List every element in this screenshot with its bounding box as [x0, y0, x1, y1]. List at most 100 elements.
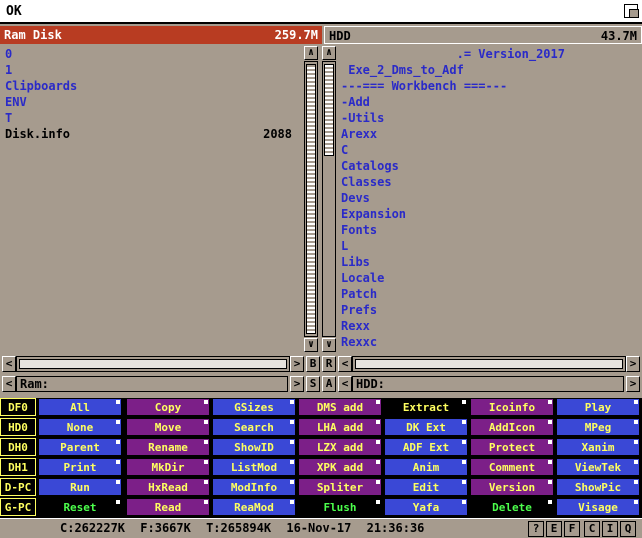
right-parent-icon[interactable]: <	[338, 376, 352, 392]
right-scroll-left-icon[interactable]: <	[338, 356, 352, 372]
function-button[interactable]: MkDir	[126, 458, 210, 476]
right-list-item[interactable]: Locale	[338, 270, 638, 286]
right-list-item[interactable]: Rexxc	[338, 334, 638, 350]
function-button[interactable]: ADF Ext	[384, 438, 468, 456]
function-button[interactable]: ModInfo	[212, 478, 296, 496]
left-path-go-icon[interactable]: >	[290, 376, 304, 392]
function-button[interactable]: All	[38, 398, 122, 416]
function-button[interactable]: XPK add	[298, 458, 382, 476]
left-list-item[interactable]: T	[2, 110, 302, 126]
left-scroll-right-icon[interactable]: >	[290, 356, 304, 372]
right-list-item[interactable]: Catalogs	[338, 158, 638, 174]
left-list-item[interactable]: 0	[2, 46, 302, 62]
left-vertical-scrollbar[interactable]	[304, 61, 318, 337]
left-list-item[interactable]: ENV	[2, 94, 302, 110]
left-list-item[interactable]: Disk.info 2088	[2, 126, 302, 142]
right-list-item[interactable]: ---=== Workbench ===---	[338, 78, 638, 94]
right-panel-header[interactable]: HDD 43.7M	[324, 26, 642, 44]
left-parent-icon[interactable]: <	[2, 376, 16, 392]
right-path-field[interactable]: HDD:	[352, 376, 624, 392]
right-list-item[interactable]: -Utils	[338, 110, 638, 126]
function-button[interactable]: Xanim	[556, 438, 640, 456]
status-button[interactable]: ?	[528, 521, 544, 537]
right-scroll-knob[interactable]	[324, 64, 334, 156]
function-button[interactable]: DMS add	[298, 398, 382, 416]
right-list-item[interactable]: Classes	[338, 174, 638, 190]
function-button[interactable]: LZX add	[298, 438, 382, 456]
right-list-item[interactable]: Exe_2_Dms_to_Adf	[338, 62, 638, 78]
drive-button[interactable]: D-PC	[0, 478, 36, 496]
drive-button[interactable]: HD0	[0, 418, 36, 436]
right-list-item[interactable]: Rexx	[338, 318, 638, 334]
left-path-field[interactable]: Ram:	[16, 376, 288, 392]
right-list-item[interactable]: Patch	[338, 286, 638, 302]
right-list-item[interactable]: C	[338, 142, 638, 158]
left-horizontal-scrollbar[interactable]	[16, 356, 290, 372]
buffer-list-button[interactable]: B	[306, 356, 320, 372]
right-list-item[interactable]: Prefs	[338, 302, 638, 318]
right-scroll-right-icon[interactable]: >	[626, 356, 640, 372]
left-list-item[interactable]: Clipboards	[2, 78, 302, 94]
status-button[interactable]: I	[602, 521, 618, 537]
left-scroll-left-icon[interactable]: <	[2, 356, 16, 372]
function-button[interactable]: Print	[38, 458, 122, 476]
function-button[interactable]: Spliter	[298, 478, 382, 496]
function-button[interactable]: Version	[470, 478, 554, 496]
function-button[interactable]: Extract	[384, 398, 468, 416]
left-scroll-knob[interactable]	[306, 64, 316, 334]
right-list-item[interactable]: Expansion	[338, 206, 638, 222]
right-list-item[interactable]: -Add	[338, 94, 638, 110]
function-button[interactable]: DK Ext	[384, 418, 468, 436]
function-button[interactable]: None	[38, 418, 122, 436]
right-scroll-up-icon[interactable]: ∧	[322, 46, 336, 60]
right-scroll-down-icon[interactable]: ∨	[322, 338, 336, 352]
right-file-list[interactable]: .= Version_2017 Exe_2_Dms_to_Adf ---=== W…	[338, 46, 638, 354]
right-list-item[interactable]: Fonts	[338, 222, 638, 238]
function-button[interactable]: ShowID	[212, 438, 296, 456]
reread-button[interactable]: R	[322, 356, 336, 372]
right-horizontal-scrollbar[interactable]	[352, 356, 626, 372]
function-button[interactable]: Play	[556, 398, 640, 416]
function-button[interactable]: Yafa	[384, 498, 468, 516]
depth-gadget-icon[interactable]	[624, 4, 639, 18]
function-button[interactable]: Delete	[470, 498, 554, 516]
function-button[interactable]: Protect	[470, 438, 554, 456]
function-button[interactable]: HxRead	[126, 478, 210, 496]
left-scroll-up-icon[interactable]: ∧	[304, 46, 318, 60]
function-button[interactable]: Run	[38, 478, 122, 496]
function-button[interactable]: AddIcon	[470, 418, 554, 436]
right-vertical-scrollbar[interactable]	[322, 61, 336, 337]
function-button[interactable]: Icoinfo	[470, 398, 554, 416]
drive-button[interactable]: DH1	[0, 458, 36, 476]
drive-button[interactable]: G-PC	[0, 498, 36, 516]
function-button[interactable]: MPeg	[556, 418, 640, 436]
left-list-item[interactable]: 1	[2, 62, 302, 78]
function-button[interactable]: ViewTek	[556, 458, 640, 476]
right-list-item[interactable]: Devs	[338, 190, 638, 206]
function-button[interactable]: Copy	[126, 398, 210, 416]
right-list-item[interactable]: L	[338, 238, 638, 254]
function-button[interactable]: Reset	[38, 498, 122, 516]
drive-button[interactable]: DF0	[0, 398, 36, 416]
function-button[interactable]: ShowPic	[556, 478, 640, 496]
function-button[interactable]: Visage	[556, 498, 640, 516]
left-panel-header[interactable]: Ram Disk 259.7M	[0, 26, 322, 44]
right-list-item[interactable]: Arexx	[338, 126, 638, 142]
right-list-item[interactable]: Libs	[338, 254, 638, 270]
status-button[interactable]: Q	[620, 521, 636, 537]
right-path-go-icon[interactable]: >	[626, 376, 640, 392]
function-button[interactable]: Edit	[384, 478, 468, 496]
status-button[interactable]: E	[546, 521, 562, 537]
function-button[interactable]: Move	[126, 418, 210, 436]
function-button[interactable]: ListMod	[212, 458, 296, 476]
function-button[interactable]: Search	[212, 418, 296, 436]
function-button[interactable]: Read	[126, 498, 210, 516]
function-button[interactable]: Rename	[126, 438, 210, 456]
function-button[interactable]: ReaMod	[212, 498, 296, 516]
status-button[interactable]: C	[584, 521, 600, 537]
right-horizontal-knob[interactable]	[355, 359, 623, 369]
function-button[interactable]: Parent	[38, 438, 122, 456]
function-button[interactable]: Anim	[384, 458, 468, 476]
drive-button[interactable]: DH0	[0, 438, 36, 456]
arexx-button[interactable]: A	[322, 376, 336, 392]
